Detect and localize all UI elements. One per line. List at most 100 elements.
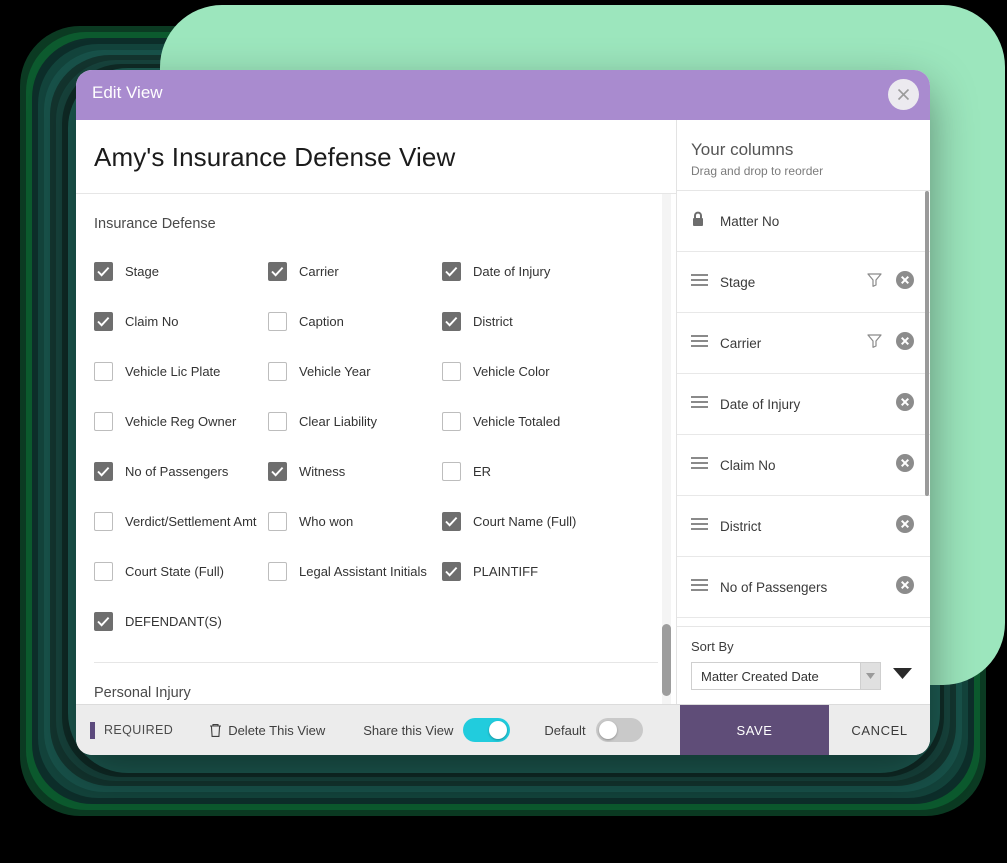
checkbox-label: Witness xyxy=(299,463,346,479)
column-name: District xyxy=(720,518,762,534)
checkbox-district[interactable] xyxy=(442,311,461,331)
check-icon xyxy=(445,316,458,327)
checkbox-defendants[interactable] xyxy=(94,611,113,631)
default-view-label: Default xyxy=(544,722,586,738)
column-row-no-of-passengers[interactable]: No of Passengers xyxy=(677,557,930,618)
dialog-titlebar: Edit View xyxy=(76,70,930,120)
checkbox-no-of-passengers[interactable] xyxy=(94,461,113,481)
columns-panel-subtitle: Drag and drop to reorder xyxy=(691,164,824,178)
check-icon xyxy=(445,516,458,527)
checkbox-label: Vehicle Lic Plate xyxy=(125,363,221,379)
checkbox-row-date-of-injury[interactable]: Date of Injury xyxy=(442,246,642,296)
checkbox-row-clear-liability[interactable]: Clear Liability xyxy=(268,396,442,446)
checkbox-clear-liability[interactable] xyxy=(268,411,287,431)
column-actions xyxy=(896,392,914,416)
check-icon xyxy=(97,266,110,277)
checkbox-label: DEFENDANT(S) xyxy=(125,613,222,629)
checkbox-plaintiff[interactable] xyxy=(442,561,461,581)
sort-by-select[interactable]: Matter Created Date xyxy=(691,662,881,690)
chevron-down-icon[interactable] xyxy=(860,663,880,689)
toggle-knob xyxy=(598,721,617,739)
filter-icon[interactable] xyxy=(867,272,882,292)
column-row-matter-no[interactable]: Matter No xyxy=(677,191,930,252)
remove-column-icon[interactable] xyxy=(896,392,914,416)
remove-column-icon[interactable] xyxy=(896,453,914,477)
sort-direction-icon[interactable] xyxy=(893,667,916,685)
checkbox-row-stage[interactable]: Stage xyxy=(94,246,268,296)
column-row-district[interactable]: District xyxy=(677,496,930,557)
checkbox-court-name-full[interactable] xyxy=(442,511,461,531)
column-row-carrier[interactable]: Carrier xyxy=(677,313,930,374)
checkbox-vehicle-totaled[interactable] xyxy=(442,411,461,431)
drag-handle-icon[interactable] xyxy=(691,517,709,535)
checkbox-date-of-injury[interactable] xyxy=(442,261,461,281)
checkbox-row-vehicle-totaled[interactable]: Vehicle Totaled xyxy=(442,396,642,446)
fields-scroll-area[interactable]: Insurance Defense Stage Carrier Date of … xyxy=(76,194,676,704)
columns-list[interactable]: Matter No Stage Carrier Date of Injury C… xyxy=(677,190,930,626)
checkbox-witness[interactable] xyxy=(268,461,287,481)
drag-handle-icon[interactable] xyxy=(691,273,709,291)
checkbox-stage[interactable] xyxy=(94,261,113,281)
checkbox-row-court-state-full[interactable]: Court State (Full) xyxy=(94,546,268,596)
checkbox-row-district[interactable]: District xyxy=(442,296,642,346)
column-row-stage[interactable]: Stage xyxy=(677,252,930,313)
column-row-date-of-injury[interactable]: Date of Injury xyxy=(677,374,930,435)
drag-handle-icon[interactable] xyxy=(691,395,709,413)
columns-scrollbar-thumb[interactable] xyxy=(925,191,929,496)
checkbox-vehicle-color[interactable] xyxy=(442,361,461,381)
checkbox-vehicle-reg-owner[interactable] xyxy=(94,411,113,431)
checkbox-row-er[interactable]: ER xyxy=(442,446,642,496)
checkbox-who-won[interactable] xyxy=(268,511,287,531)
checkbox-row-who-won[interactable]: Who won xyxy=(268,496,442,546)
checkbox-row-legal-assistant-initials[interactable]: Legal Assistant Initials xyxy=(268,546,442,596)
column-name: Matter No xyxy=(720,213,780,229)
checkbox-label: Carrier xyxy=(299,263,339,279)
remove-column-icon[interactable] xyxy=(896,270,914,294)
checkbox-caption[interactable] xyxy=(268,311,287,331)
save-button[interactable]: SAVE xyxy=(680,705,829,755)
sort-by-label: Sort By xyxy=(691,639,734,654)
checkbox-row-caption[interactable]: Caption xyxy=(268,296,442,346)
remove-column-icon[interactable] xyxy=(896,575,914,599)
close-button[interactable] xyxy=(888,79,919,110)
checkbox-vehicle-lic-plate[interactable] xyxy=(94,361,113,381)
checkbox-row-plaintiff[interactable]: PLAINTIFF xyxy=(442,546,642,596)
column-name: Date of Injury xyxy=(720,396,801,412)
default-view-toggle[interactable] xyxy=(595,718,643,742)
dialog-body: Amy's Insurance Defense View Insurance D… xyxy=(76,120,930,704)
checkbox-row-no-of-passengers[interactable]: No of Passengers xyxy=(94,446,268,496)
remove-column-icon[interactable] xyxy=(896,514,914,538)
checkbox-vehicle-year[interactable] xyxy=(268,361,287,381)
lock-icon xyxy=(691,211,709,232)
checkbox-claim-no[interactable] xyxy=(94,311,113,331)
column-row-claim-no[interactable]: Claim No xyxy=(677,435,930,496)
checkbox-label: Who won xyxy=(299,513,354,529)
checkbox-row-vehicle-lic-plate[interactable]: Vehicle Lic Plate xyxy=(94,346,268,396)
checkbox-row-claim-no[interactable]: Claim No xyxy=(94,296,268,346)
checkbox-carrier[interactable] xyxy=(268,261,287,281)
checkbox-row-defendants[interactable]: DEFENDANT(S) xyxy=(94,596,268,646)
delete-view-button[interactable]: Delete This View xyxy=(209,723,325,738)
checkbox-row-court-name-full[interactable]: Court Name (Full) xyxy=(442,496,642,546)
share-view-toggle[interactable] xyxy=(463,718,511,742)
checkbox-row-verdict-settlement-amt[interactable]: Verdict/Settlement Amt xyxy=(94,496,268,546)
checkbox-court-state-full[interactable] xyxy=(94,561,113,581)
checkbox-row-carrier[interactable]: Carrier xyxy=(268,246,442,296)
remove-column-icon[interactable] xyxy=(896,331,914,355)
cancel-button[interactable]: CANCEL xyxy=(829,705,930,755)
drag-handle-icon[interactable] xyxy=(691,456,709,474)
filter-icon[interactable] xyxy=(867,333,882,353)
checkbox-er[interactable] xyxy=(442,461,461,481)
sort-by-row: Matter Created Date xyxy=(691,662,916,690)
checkbox-row-vehicle-color[interactable]: Vehicle Color xyxy=(442,346,642,396)
drag-handle-icon[interactable] xyxy=(691,334,709,352)
checkbox-row-vehicle-year[interactable]: Vehicle Year xyxy=(268,346,442,396)
column-name: Stage xyxy=(720,274,756,290)
drag-handle-icon[interactable] xyxy=(691,578,709,596)
fields-scrollbar-thumb[interactable] xyxy=(662,624,671,696)
checkbox-row-witness[interactable]: Witness xyxy=(268,446,442,496)
checkbox-legal-assistant-initials[interactable] xyxy=(268,561,287,581)
column-name: No of Passengers xyxy=(720,579,828,595)
checkbox-row-vehicle-reg-owner[interactable]: Vehicle Reg Owner xyxy=(94,396,268,446)
checkbox-verdict-settlement-amt[interactable] xyxy=(94,511,113,531)
